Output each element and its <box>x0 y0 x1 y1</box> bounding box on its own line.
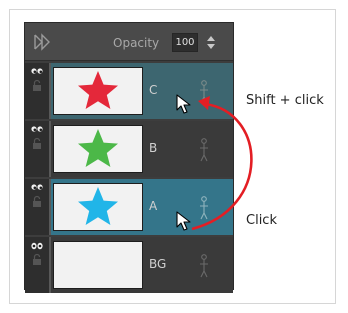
shift-click-annotation: Shift + click <box>246 93 324 108</box>
click-annotation: Click <box>246 213 277 228</box>
curved-arrow-icon <box>191 96 253 231</box>
mouse-cursor-icon <box>176 211 191 231</box>
mouse-cursor-icon <box>176 94 191 114</box>
